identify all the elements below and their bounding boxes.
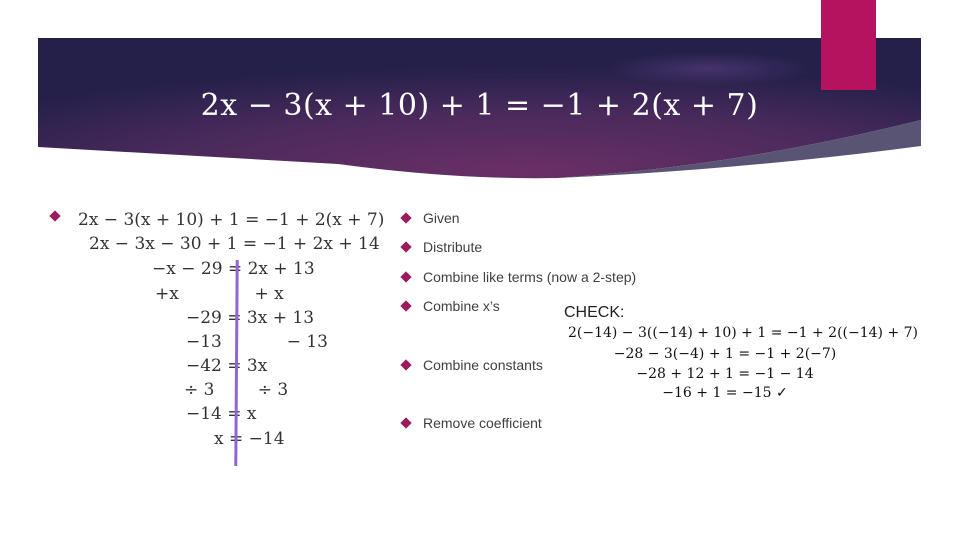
bullet-icon [400,212,412,224]
title-banner: 2x − 3(x + 10) + 1 = −1 + 2(x + 7) [38,38,921,180]
bullet-icon [400,271,412,283]
check-line: −28 − 3(−4) + 1 = −1 + 2(−7) [613,346,837,362]
slide-title-equation: 2x − 3(x + 10) + 1 = −1 + 2(x + 7) [200,88,759,123]
work-step: −14 = x [186,404,257,424]
work-step: −29 = 3x + 13 [186,308,315,328]
work-step: 2x − 3x − 30 + 1 = −1 + 2x + 14 [89,234,380,254]
work-step: 2x − 3(x + 10) + 1 = −1 + 2(x + 7) [78,210,385,230]
check-line: −28 + 12 + 1 = −1 − 14 [636,366,814,382]
step-label-combine-like-terms: Combine like terms (now a 2-step) [423,269,637,285]
work-step: −42 = 3x [186,356,268,376]
check-title: CHECK: [564,304,625,321]
step-label-distribute: Distribute [423,239,483,255]
bullet-icon [49,210,61,222]
step-label-combine-xs: Combine x’s [423,298,500,314]
bullet-icon [400,300,412,312]
bullet-icon [400,241,412,253]
step-label-combine-constants: Combine constants [423,357,543,373]
work-step: −13 − 13 [186,332,329,352]
work-step: x = −14 [214,429,285,449]
check-line: −16 + 1 = −15 ✓ [662,385,788,401]
accent-rectangle [821,0,876,90]
work-step: +x + x [155,284,284,304]
bullet-icon [400,359,412,371]
step-label-remove-coefficient: Remove coefficient [423,415,542,431]
work-step: −x − 29 = 2x + 13 [152,259,315,279]
step-label-given: Given [423,210,460,226]
bullet-icon [400,417,412,429]
check-line: 2(−14) − 3((−14) + 10) + 1 = −1 + 2((−14… [567,325,919,341]
